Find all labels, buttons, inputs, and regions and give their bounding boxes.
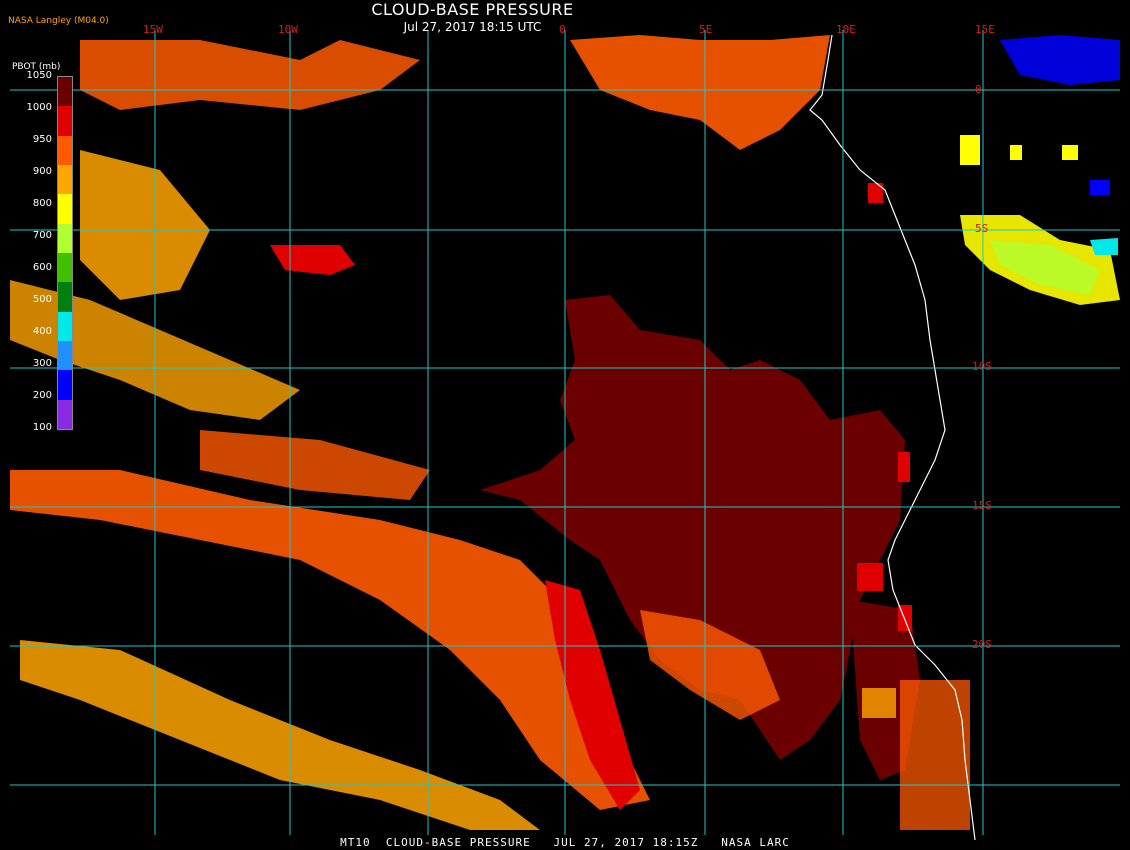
legend-swatch — [58, 399, 72, 429]
source-label: NASA Langley (M04.0) — [8, 16, 109, 26]
legend-swatch — [58, 77, 72, 107]
legend-tick-label: 200 — [32, 390, 52, 401]
legend-swatch — [58, 164, 72, 195]
legend-colorbar — [57, 76, 73, 430]
legend-swatch — [58, 370, 72, 400]
map-title: CLOUD-BASE PRESSURE — [371, 0, 574, 19]
legend-swatch — [58, 135, 72, 165]
legend-swatch — [58, 282, 72, 312]
legend-swatch — [58, 223, 72, 253]
lat-label: 0 — [975, 83, 982, 96]
legend-tick-label: 700 — [32, 230, 52, 241]
legend-swatch — [58, 106, 72, 136]
legend-tick-label: 900 — [32, 166, 52, 177]
legend-tick-label: 800 — [32, 198, 52, 209]
legend-tick-label: 400 — [32, 326, 52, 337]
lon-label: 10E — [836, 23, 856, 36]
color-legend: PBOT (mb) 1050 1000 950 900 800 700 600 500 400 3… — [10, 62, 80, 433]
legend-swatch — [58, 194, 72, 224]
lat-label: 5S — [975, 222, 989, 235]
lat-label: 20S — [972, 638, 992, 651]
lat-label: 10S — [972, 360, 992, 373]
legend-swatch — [58, 252, 72, 283]
legend-tick-label: 600 — [32, 262, 52, 273]
lat-label: 15S — [972, 499, 992, 512]
legend-tick-label: 1000 — [26, 102, 52, 113]
legend-swatch — [58, 340, 72, 371]
legend-tick-label: 500 — [32, 294, 52, 305]
lon-label: 0 — [559, 23, 566, 36]
footer-caption: MT10 CLOUD-BASE PRESSURE JUL 27, 2017 18… — [340, 836, 790, 849]
legend-swatch — [58, 311, 72, 341]
cloud-base-pressure-map — [0, 0, 1130, 850]
lon-label: 5E — [699, 23, 713, 36]
lon-label: 10W — [278, 23, 298, 36]
legend-tick-label: 950 — [32, 134, 52, 145]
legend-tick-label: 100 — [32, 422, 52, 433]
map-timestamp: Jul 27, 2017 18:15 UTC — [403, 20, 542, 34]
legend-tick-label: 1050 — [26, 70, 52, 81]
lon-label: 15E — [975, 23, 995, 36]
lon-label: 15W — [143, 23, 163, 36]
legend-tick-label: 300 — [32, 358, 52, 369]
